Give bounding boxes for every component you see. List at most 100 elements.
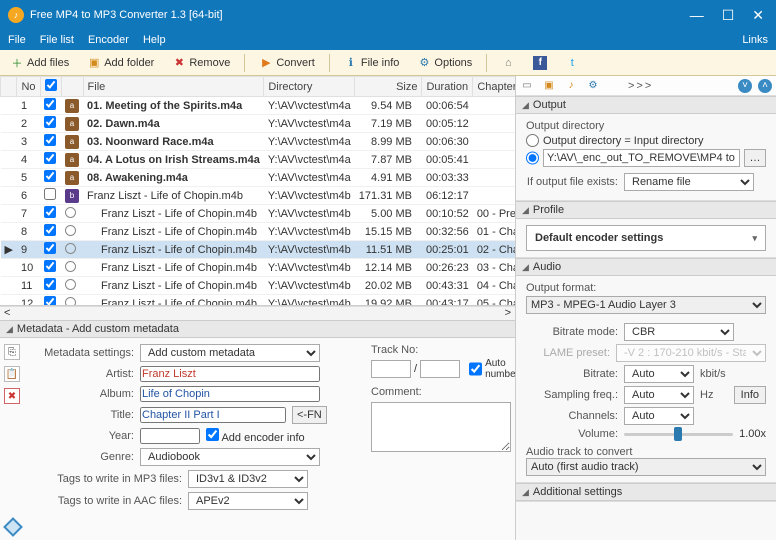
outdir-custom-radio[interactable] xyxy=(526,149,539,167)
genre-select[interactable]: Audiobook xyxy=(140,448,320,466)
menu-file[interactable]: File xyxy=(8,34,26,46)
row-checkbox[interactable] xyxy=(44,260,56,272)
table-row[interactable]: 5a08. Awakening.m4aY:\AV\vctest\m4a4.91 … xyxy=(1,169,516,187)
copy-icon[interactable]: ⎘ xyxy=(4,344,20,360)
row-checkbox[interactable] xyxy=(44,98,56,110)
facebook-button[interactable]: f xyxy=(529,54,551,72)
tab-music-icon[interactable]: ♪ xyxy=(564,79,578,93)
check-all[interactable] xyxy=(45,79,57,91)
minimize-button[interactable]: — xyxy=(690,7,704,24)
table-row[interactable]: ▶9Franz Liszt - Life of Chopin.m4bY:\AV\… xyxy=(1,241,516,259)
m4a-icon: a xyxy=(65,99,79,113)
delete-icon[interactable]: ✖ xyxy=(4,388,20,404)
table-row[interactable]: 4a04. A Lotus on Irish Streams.m4aY:\AV\… xyxy=(1,151,516,169)
year-label: Year: xyxy=(32,430,134,442)
file-table[interactable]: No File Directory Size Duration Chapter … xyxy=(0,76,515,306)
fn-button[interactable]: <-FN xyxy=(292,406,327,424)
channels-select[interactable]: Auto xyxy=(624,407,694,425)
aactags-select[interactable]: APEv2 xyxy=(188,492,308,510)
info-button[interactable]: Info xyxy=(734,386,766,404)
col-chap[interactable]: Chapter title xyxy=(473,77,515,97)
tab-copy-icon[interactable]: ▭ xyxy=(520,79,534,93)
table-row[interactable]: 1a01. Meeting of the Spirits.m4aY:\AV\vc… xyxy=(1,97,516,115)
col-check[interactable] xyxy=(40,77,61,97)
mp3tags-select[interactable]: ID3v1 & ID3v2 xyxy=(188,470,308,488)
row-checkbox[interactable] xyxy=(44,224,56,236)
profile-select[interactable]: Default encoder settings▾ xyxy=(526,225,766,251)
file-exists-select[interactable]: Rename file xyxy=(624,173,754,191)
remove-button[interactable]: ✖Remove xyxy=(168,54,234,72)
table-row[interactable]: 8Franz Liszt - Life of Chopin.m4bY:\AV\v… xyxy=(1,223,516,241)
col-size[interactable]: Size xyxy=(355,77,422,97)
row-checkbox[interactable] xyxy=(44,278,56,290)
col-no[interactable]: No xyxy=(17,77,40,97)
artist-input[interactable] xyxy=(140,366,320,382)
title-label: Title: xyxy=(32,409,134,421)
outdir-same-radio[interactable] xyxy=(526,134,539,147)
more-tabs[interactable]: >>> xyxy=(628,80,653,92)
year-input[interactable] xyxy=(140,428,200,444)
tab-gear-icon[interactable]: ⚙ xyxy=(586,79,600,93)
menu-encoder[interactable]: Encoder xyxy=(88,34,129,46)
outdir-input[interactable] xyxy=(543,149,740,167)
samplefreq-select[interactable]: Auto xyxy=(624,386,694,404)
convert-button[interactable]: ▶Convert xyxy=(255,54,319,72)
audio-header[interactable]: ◢Audio xyxy=(516,258,776,276)
row-checkbox[interactable] xyxy=(44,134,56,146)
table-row[interactable]: 2a02. Dawn.m4aY:\AV\vctest\m4a7.19 MB00:… xyxy=(1,115,516,133)
options-button[interactable]: ⚙Options xyxy=(413,54,476,72)
bitrate-select[interactable]: Auto xyxy=(624,365,694,383)
col-dur[interactable]: Duration xyxy=(422,77,473,97)
format-select[interactable]: MP3 - MPEG-1 Audio Layer 3 xyxy=(526,296,766,314)
gear-icon: ⚙ xyxy=(417,56,431,70)
row-checkbox[interactable] xyxy=(44,170,56,182)
table-row[interactable]: 10Franz Liszt - Life of Chopin.m4bY:\AV\… xyxy=(1,259,516,277)
home-button[interactable]: ⌂ xyxy=(497,54,519,72)
twitter-button[interactable]: t xyxy=(561,54,583,72)
row-checkbox[interactable] xyxy=(44,116,56,128)
output-header[interactable]: ◢Output xyxy=(516,96,776,114)
table-row[interactable]: 12Franz Liszt - Life of Chopin.m4bY:\AV\… xyxy=(1,295,516,307)
table-row[interactable]: 11Franz Liszt - Life of Chopin.m4bY:\AV\… xyxy=(1,277,516,295)
collapse-icon[interactable]: ˅ xyxy=(738,79,752,93)
add-folder-button[interactable]: ▣Add folder xyxy=(83,54,158,72)
add-encoder-info-checkbox[interactable] xyxy=(206,428,219,441)
menu-links[interactable]: Links xyxy=(742,34,768,46)
row-checkbox[interactable] xyxy=(44,242,56,254)
row-checkbox[interactable] xyxy=(44,188,56,200)
browse-button[interactable]: … xyxy=(744,149,766,167)
menu-filelist[interactable]: File list xyxy=(40,34,74,46)
album-input[interactable] xyxy=(140,386,320,402)
menubar: File File list Encoder Help Links xyxy=(0,30,776,50)
row-checkbox[interactable] xyxy=(44,206,56,218)
metadata-settings-select[interactable]: Add custom metadata xyxy=(140,344,320,362)
comment-textarea[interactable] xyxy=(371,402,511,452)
col-dir[interactable]: Directory xyxy=(264,77,355,97)
trackno-input[interactable] xyxy=(371,360,411,378)
additional-header[interactable]: ◢Additional settings xyxy=(516,483,776,501)
tracktotal-input[interactable] xyxy=(420,360,460,378)
col-icon[interactable] xyxy=(61,77,83,97)
tab-folder-icon[interactable]: ▣ xyxy=(542,79,556,93)
table-row[interactable]: 3a03. Noonward Race.m4aY:\AV\vctest\m4a8… xyxy=(1,133,516,151)
table-row[interactable]: 7Franz Liszt - Life of Chopin.m4bY:\AV\v… xyxy=(1,205,516,223)
title-input[interactable] xyxy=(140,407,286,423)
volume-slider[interactable] xyxy=(624,433,733,436)
h-scrollbar[interactable]: <> xyxy=(0,306,515,320)
add-files-button[interactable]: ＋Add files xyxy=(6,54,73,72)
table-row[interactable]: 6bFranz Liszt - Life of Chopin.m4bY:\AV\… xyxy=(1,187,516,205)
audiotrack-select[interactable]: Auto (first audio track) xyxy=(526,458,766,476)
profile-header[interactable]: ◢Profile xyxy=(516,201,776,219)
metadata-header[interactable]: ◢Metadata - Add custom metadata xyxy=(0,320,515,338)
paste-icon[interactable]: 📋 xyxy=(4,366,20,382)
expand-icon[interactable]: ˄ xyxy=(758,79,772,93)
auto-numbering-checkbox[interactable] xyxy=(469,360,482,378)
close-button[interactable]: ✕ xyxy=(752,7,764,24)
menu-help[interactable]: Help xyxy=(143,34,166,46)
maximize-button[interactable]: ☐ xyxy=(722,7,735,24)
bitrate-mode-select[interactable]: CBR xyxy=(624,323,734,341)
col-file[interactable]: File xyxy=(83,77,264,97)
fileinfo-button[interactable]: ℹFile info xyxy=(340,54,404,72)
row-checkbox[interactable] xyxy=(44,152,56,164)
row-checkbox[interactable] xyxy=(44,296,56,306)
